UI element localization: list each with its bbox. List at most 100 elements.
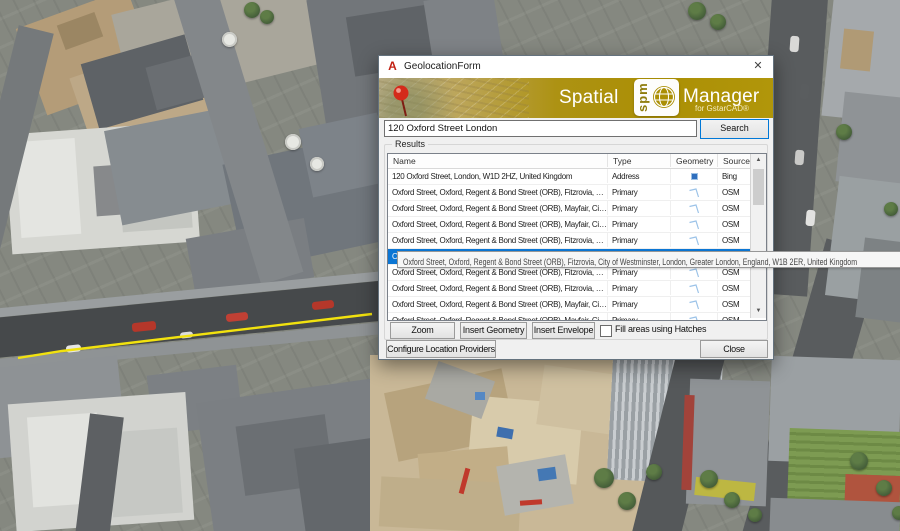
map-feature	[475, 392, 485, 400]
results-table: Name Type Geometry Source 120 Oxford Str…	[387, 153, 767, 321]
scrollbar-up-icon[interactable]: ▲	[751, 154, 766, 167]
results-groupbox: Results Name Type Geometry Source 120 Ox…	[384, 144, 768, 340]
dialog-title: GeolocationForm	[404, 61, 481, 72]
result-type-cell: Primary	[608, 297, 671, 311]
result-source-cell: OSM	[718, 217, 750, 231]
column-header-geometry[interactable]: Geometry	[671, 154, 718, 167]
map-tree	[836, 124, 852, 140]
gstarcad-app-icon: A	[386, 60, 399, 73]
insert-geometry-button[interactable]: Insert Geometry	[460, 322, 527, 339]
vertical-scrollbar[interactable]: ▲ ▼	[750, 154, 766, 318]
search-button[interactable]: Search	[700, 119, 769, 139]
result-source-cell: OSM	[718, 297, 750, 311]
globe-icon	[651, 83, 677, 111]
map-tree	[260, 10, 274, 24]
column-header-type[interactable]: Type	[608, 154, 671, 167]
map-feature	[840, 29, 874, 72]
result-type-cell: Primary	[608, 313, 671, 321]
scrollbar-thumb[interactable]	[753, 169, 764, 205]
map-tree	[724, 492, 740, 508]
fill-hatches-checkbox[interactable]	[600, 325, 612, 337]
table-row[interactable]: 120 Oxford Street, London, W1D 2HZ, Unit…	[388, 169, 750, 185]
result-name-cell: Oxford Street, Oxford, Regent & Bond Str…	[388, 217, 608, 231]
polyline-geometry-icon	[688, 187, 700, 199]
table-row[interactable]: Oxford Street, Oxford, Regent & Bond Str…	[388, 281, 750, 297]
result-name-cell: 120 Oxford Street, London, W1D 2HZ, Unit…	[388, 169, 608, 183]
result-source-cell: OSM	[718, 201, 750, 215]
table-row[interactable]: Oxford Street, Oxford, Regent & Bond Str…	[388, 217, 750, 233]
result-name-cell: Oxford Street, Oxford, Regent & Bond Str…	[388, 185, 608, 199]
result-type-cell: Primary	[608, 281, 671, 295]
result-name-cell: Oxford Street, Oxford, Regent & Bond Str…	[388, 201, 608, 215]
map-feature	[835, 92, 900, 189]
result-source-cell: OSM	[718, 281, 750, 295]
map-vehicle	[805, 210, 815, 227]
geometry-cell	[671, 297, 718, 311]
geometry-cell	[671, 281, 718, 295]
geometry-cell	[671, 233, 718, 247]
scrollbar-down-icon[interactable]: ▼	[751, 305, 766, 318]
result-source-cell: Bing	[718, 169, 750, 183]
map-circular-rooftop	[285, 134, 301, 150]
map-tree	[618, 492, 636, 510]
polyline-geometry-icon	[688, 235, 700, 247]
table-row[interactable]: Oxford Street, Oxford, Regent & Bond Str…	[388, 233, 750, 249]
map-feature	[537, 467, 556, 481]
map-vehicle	[799, 84, 809, 100]
pushpin-icon	[389, 84, 415, 118]
results-table-header: Name Type Geometry Source	[388, 154, 750, 169]
map-tree	[892, 506, 900, 520]
map-tree	[850, 452, 868, 470]
close-button[interactable]: Close	[700, 340, 768, 358]
result-type-cell: Primary	[608, 233, 671, 247]
brand-subtitle: for GstarCAD®	[695, 104, 749, 113]
column-header-name[interactable]: Name	[388, 154, 608, 167]
map-tree	[876, 480, 892, 496]
map-feature	[769, 498, 900, 531]
results-rows: 120 Oxford Street, London, W1D 2HZ, Unit…	[388, 169, 750, 321]
geolocation-form-dialog: A GeolocationForm ✕ Spatial spm	[378, 55, 774, 360]
geometry-cell	[671, 201, 718, 215]
map-circular-rooftop	[310, 157, 324, 171]
map-tree	[688, 2, 706, 20]
map-tree	[884, 202, 898, 216]
column-header-source[interactable]: Source	[718, 154, 750, 167]
table-row[interactable]: Oxford Street, Oxford, Regent & Bond Str…	[388, 185, 750, 201]
screenshot-root: A GeolocationForm ✕ Spatial spm	[0, 0, 900, 531]
map-circular-rooftop	[222, 32, 237, 47]
zoom-button[interactable]: Zoom	[390, 322, 455, 339]
geometry-cell	[671, 185, 718, 199]
table-row[interactable]: Oxford Street, Oxford, Regent & Bond Str…	[388, 313, 750, 321]
results-group-label: Results	[392, 139, 428, 149]
polyline-geometry-icon	[688, 299, 700, 311]
spm-logo-text: spm	[635, 80, 651, 115]
polyline-geometry-icon	[688, 283, 700, 295]
dialog-titlebar[interactable]: A GeolocationForm ✕	[379, 56, 773, 78]
close-icon[interactable]: ✕	[743, 56, 773, 78]
result-source-cell: OSM	[718, 185, 750, 199]
map-tree	[594, 468, 614, 488]
map-tree	[244, 2, 260, 18]
result-name-cell: Oxford Street, Oxford, Regent & Bond Str…	[388, 233, 608, 247]
polyline-geometry-icon	[688, 315, 700, 321]
map-feature	[15, 138, 82, 238]
geometry-cell	[671, 217, 718, 231]
result-source-cell: OSM	[718, 233, 750, 247]
result-source-cell: OSM	[718, 313, 750, 321]
result-type-cell: Primary	[608, 185, 671, 199]
result-type-cell: Primary	[608, 201, 671, 215]
result-tooltip: Oxford Street, Oxford, Regent & Bond Str…	[397, 251, 900, 268]
table-row[interactable]: Oxford Street, Oxford, Regent & Bond Str…	[388, 201, 750, 217]
insert-envelope-button[interactable]: Insert Envelope	[532, 322, 595, 339]
result-type-cell: Primary	[608, 217, 671, 231]
search-input[interactable]	[384, 120, 697, 137]
map-tree	[710, 14, 726, 30]
map-vehicle	[789, 36, 799, 53]
map-tree	[700, 470, 718, 488]
configure-location-providers-button[interactable]: Configure Location Providers	[386, 340, 496, 358]
result-name-cell: Oxford Street, Oxford, Regent & Bond Str…	[388, 297, 608, 311]
spm-logo-box: spm	[634, 79, 679, 116]
table-row[interactable]: Oxford Street, Oxford, Regent & Bond Str…	[388, 297, 750, 313]
fill-hatches-label: Fill areas using Hatches	[615, 324, 706, 334]
point-geometry-icon	[692, 174, 697, 179]
